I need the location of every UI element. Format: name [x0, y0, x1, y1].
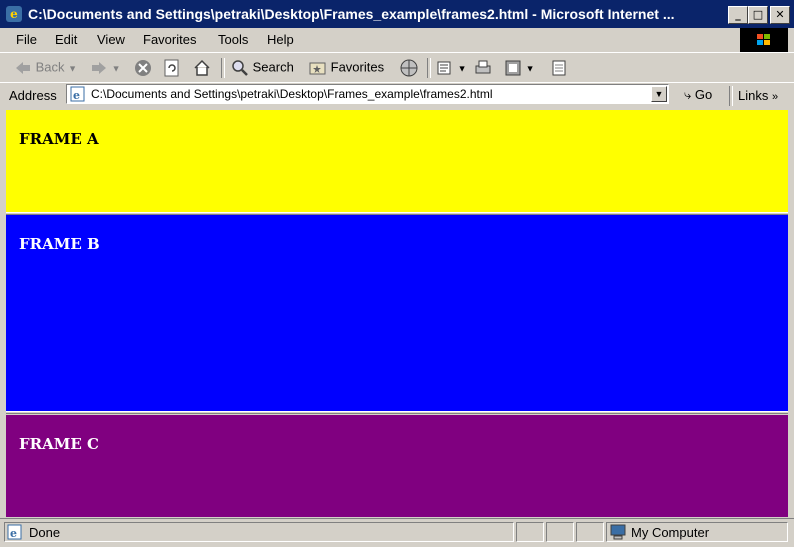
- search-icon: [231, 59, 249, 77]
- chevron-right-icon: »: [771, 91, 779, 103]
- favorites-button[interactable]: Favorites: [309, 59, 384, 77]
- standard-toolbar: Back ▼ ▼ Search Favorites ▼ ▼: [0, 52, 794, 83]
- links-label: Links: [738, 88, 769, 103]
- zone-label: My Computer: [631, 525, 710, 540]
- menu-bar: File Edit View Favorites Tools Help: [0, 28, 794, 52]
- page-icon: e: [70, 86, 86, 107]
- status-panel: [576, 522, 604, 542]
- address-url: C:\Documents and Settings\petraki\Deskto…: [91, 87, 493, 101]
- frame-b: FRAME B: [6, 215, 788, 411]
- stop-icon: [134, 59, 152, 77]
- discuss-icon: [550, 59, 568, 77]
- svg-text:e: e: [73, 89, 80, 102]
- toolbar-separator: [427, 58, 431, 78]
- back-label: Back: [35, 59, 65, 75]
- forward-button[interactable]: ▼: [90, 59, 121, 77]
- chevron-down-icon: ▼: [457, 63, 467, 74]
- media-icon: [400, 59, 418, 77]
- frame-a-label: FRAME A: [19, 130, 99, 148]
- search-label: Search: [252, 59, 294, 75]
- status-bar: e Done My Computer: [0, 518, 794, 547]
- minimize-button[interactable]: _: [728, 6, 748, 24]
- refresh-icon: [163, 59, 181, 77]
- page-icon: e: [7, 524, 23, 543]
- frame-a: FRAME A: [6, 110, 788, 212]
- menu-file[interactable]: File: [16, 32, 37, 47]
- chevron-down-icon: ▼: [654, 89, 664, 99]
- close-button[interactable]: ✕: [770, 6, 790, 24]
- frame-divider[interactable]: [6, 411, 788, 414]
- toolbar-separator: [729, 86, 733, 106]
- chevron-down-icon: ▼: [111, 63, 121, 74]
- media-button[interactable]: [400, 59, 418, 77]
- frame-c-label: FRAME C: [19, 435, 99, 453]
- favorites-icon: [309, 59, 327, 77]
- stop-button[interactable]: [134, 59, 152, 77]
- svg-text:e: e: [10, 527, 17, 540]
- chevron-down-icon: ▼: [68, 63, 78, 74]
- home-button[interactable]: [193, 59, 211, 77]
- print-icon: [474, 59, 492, 77]
- forward-arrow-icon: [90, 59, 108, 77]
- status-text: Done: [29, 525, 61, 540]
- status-panel: [546, 522, 574, 542]
- mail-icon: [436, 59, 454, 77]
- chevron-down-icon: ▼: [525, 63, 535, 74]
- links-button[interactable]: Links »: [738, 88, 778, 103]
- frame-b-label: FRAME B: [19, 235, 100, 253]
- address-label: Address: [9, 88, 57, 103]
- address-dropdown-button[interactable]: ▼: [651, 86, 667, 102]
- print-button[interactable]: [474, 59, 492, 77]
- internet-explorer-icon[interactable]: e: [6, 6, 22, 22]
- search-button[interactable]: Search: [231, 59, 294, 77]
- address-input[interactable]: e C:\Documents and Settings\petraki\Desk…: [66, 84, 669, 104]
- back-arrow-icon: [14, 59, 32, 77]
- go-arrow-icon: ⤷: [684, 87, 692, 102]
- security-zone-panel: My Computer: [606, 522, 788, 542]
- title-bar: e C:\Documents and Settings\petraki\Desk…: [0, 0, 794, 28]
- toolbar-separator: [221, 58, 225, 78]
- menu-view[interactable]: View: [97, 32, 125, 47]
- favorites-label: Favorites: [330, 59, 385, 75]
- my-computer-icon: [609, 524, 627, 543]
- edit-page-icon: [504, 59, 522, 77]
- menu-help[interactable]: Help: [267, 32, 294, 47]
- mail-button[interactable]: ▼: [436, 59, 467, 77]
- go-label: Go: [694, 87, 713, 102]
- go-button[interactable]: ⤷ Go: [684, 87, 712, 103]
- edit-button[interactable]: ▼: [504, 59, 535, 77]
- back-button[interactable]: Back ▼: [14, 59, 77, 77]
- home-icon: [193, 59, 211, 77]
- windows-logo-icon: [740, 28, 788, 52]
- discuss-button[interactable]: [550, 59, 568, 77]
- menu-edit[interactable]: Edit: [55, 32, 77, 47]
- refresh-button[interactable]: [163, 59, 181, 77]
- maximize-button[interactable]: □: [748, 6, 768, 24]
- menu-tools[interactable]: Tools: [218, 32, 248, 47]
- status-panel: [516, 522, 544, 542]
- window-title: C:\Documents and Settings\petraki\Deskto…: [28, 6, 675, 22]
- status-text-panel: e Done: [4, 522, 514, 542]
- menu-favorites[interactable]: Favorites: [143, 32, 196, 47]
- frame-c: FRAME C: [6, 415, 788, 517]
